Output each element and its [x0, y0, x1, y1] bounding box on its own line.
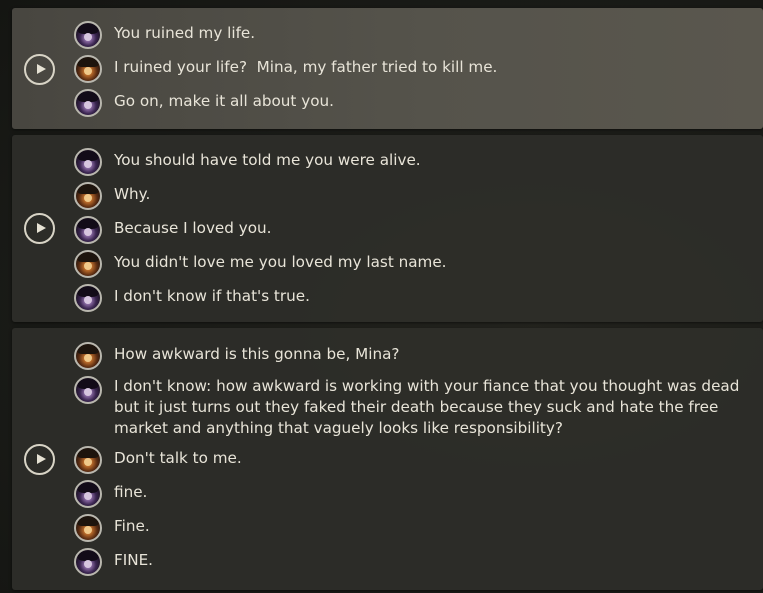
dialogue-line: You should have told me you were alive. [74, 148, 754, 176]
companion-portrait-icon [74, 514, 102, 542]
dialogue-text: You didn't love me you loved my last nam… [114, 253, 447, 271]
dialogue-text: Because I loved you. [114, 219, 272, 237]
companion-portrait-icon [74, 250, 102, 278]
mina-portrait-icon [74, 548, 102, 576]
dialogue-text: How awkward is this gonna be, Mina? [114, 345, 400, 363]
mina-portrait-icon [74, 480, 102, 508]
mina-portrait-icon [74, 216, 102, 244]
dialogue-text: Don't talk to me. [114, 449, 242, 467]
dialogue-entry-3[interactable]: How awkward is this gonna be, Mina? I do… [12, 328, 763, 590]
mina-portrait-icon [74, 89, 102, 117]
dialogue-text: FINE. [114, 551, 153, 569]
dialogue-line: Why. [74, 182, 754, 210]
companion-portrait-icon [74, 55, 102, 83]
mina-portrait-icon [74, 284, 102, 312]
mina-portrait-icon [74, 376, 102, 404]
companion-portrait-icon [74, 342, 102, 370]
dialogue-line: I don't know: how awkward is working wit… [74, 376, 754, 439]
dialogue-text: I don't know: how awkward is working wit… [114, 377, 745, 437]
dialogue-line: You ruined my life. [74, 21, 754, 49]
mina-portrait-icon [74, 148, 102, 176]
dialogue-text: I don't know if that's true. [114, 287, 310, 305]
play-voice-button-2[interactable] [24, 213, 55, 244]
dialogue-text: Fine. [114, 517, 150, 535]
mina-portrait-icon [74, 21, 102, 49]
dialogue-text: fine. [114, 483, 148, 501]
companion-portrait-icon [74, 446, 102, 474]
dialogue-line: Go on, make it all about you. [74, 89, 754, 117]
dialogue-text: Why. [114, 185, 151, 203]
dialogue-line: You didn't love me you loved my last nam… [74, 250, 754, 278]
dialogue-line: Fine. [74, 514, 754, 542]
dialogue-entry-1[interactable]: You ruined my life. I ruined your life? … [12, 8, 763, 129]
dialogue-text: You should have told me you were alive. [114, 151, 421, 169]
play-voice-button-1[interactable] [24, 54, 55, 85]
dialogue-text: You ruined my life. [114, 24, 256, 42]
dialogue-line: I ruined your life? Mina, my father trie… [74, 55, 754, 83]
dialogue-text: Go on, make it all about you. [114, 92, 334, 110]
dialogue-line: FINE. [74, 548, 754, 576]
dialogue-line: Don't talk to me. [74, 446, 754, 474]
dialogue-text: I ruined your life? Mina, my father trie… [114, 58, 498, 76]
dialogue-line: Because I loved you. [74, 216, 754, 244]
play-voice-button-3[interactable] [24, 444, 55, 475]
dialogue-line: I don't know if that's true. [74, 284, 754, 312]
companion-portrait-icon [74, 182, 102, 210]
dialogue-line: How awkward is this gonna be, Mina? [74, 342, 754, 370]
dialogue-line: fine. [74, 480, 754, 508]
dialogue-entry-2[interactable]: You should have told me you were alive. … [12, 135, 763, 322]
